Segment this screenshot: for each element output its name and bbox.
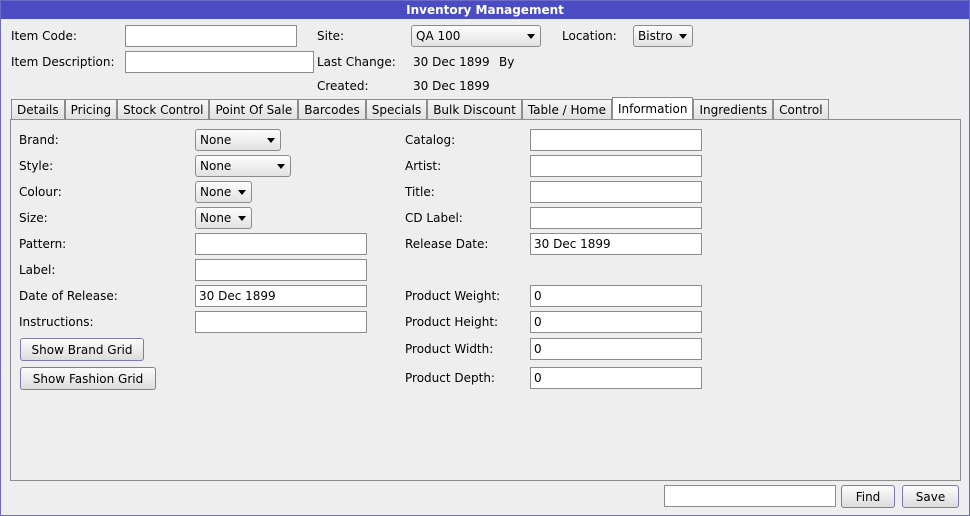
created-label: Created: <box>317 79 369 93</box>
instructions-label: Instructions: <box>19 315 94 329</box>
chevron-down-icon <box>277 164 285 169</box>
window-title: Inventory Management <box>1 1 969 19</box>
inventory-window: Inventory Management Item Code: Item Des… <box>0 0 970 516</box>
chevron-down-icon <box>267 138 275 143</box>
tab-barcodes[interactable]: Barcodes <box>298 99 366 121</box>
tab-details[interactable]: Details <box>11 99 65 121</box>
find-button[interactable]: Find <box>841 485 895 508</box>
site-select[interactable]: QA 100 <box>411 25 541 47</box>
product-width-label: Product Width: <box>405 342 494 356</box>
show-fashion-grid-button[interactable]: Show Fashion Grid <box>20 367 156 390</box>
tab-control[interactable]: Control <box>773 99 829 121</box>
chevron-down-icon <box>238 190 246 195</box>
colour-select[interactable]: None <box>195 181 252 203</box>
date-of-release-label: Date of Release: <box>19 289 118 303</box>
tab-specials[interactable]: Specials <box>365 99 428 121</box>
chevron-down-icon <box>527 34 535 39</box>
location-label: Location: <box>562 29 617 43</box>
colour-label: Colour: <box>19 185 62 199</box>
tab-ingredients[interactable]: Ingredients <box>693 99 774 121</box>
product-depth-label: Product Depth: <box>405 371 495 385</box>
tab-stock-control[interactable]: Stock Control <box>117 99 210 121</box>
style-label: Style: <box>19 159 54 173</box>
tab-point-of-sale[interactable]: Point Of Sale <box>209 99 299 121</box>
tab-table-home[interactable]: Table / Home <box>521 99 612 121</box>
brand-select[interactable]: None <box>195 129 281 151</box>
item-code-input[interactable] <box>125 25 297 47</box>
release-date-label: Release Date: <box>405 237 489 251</box>
instructions-input[interactable] <box>195 311 367 333</box>
date-of-release-input[interactable] <box>195 285 367 307</box>
size-select[interactable]: None <box>195 207 252 229</box>
tab-bar: Details Pricing Stock Control Point Of S… <box>11 97 829 121</box>
item-code-label: Item Code: <box>11 29 77 43</box>
show-brand-grid-button[interactable]: Show Brand Grid <box>20 338 144 361</box>
colour-select-value: None <box>200 185 232 199</box>
artist-input[interactable] <box>530 155 702 177</box>
catalog-label: Catalog: <box>405 133 456 147</box>
created-value: 30 Dec 1899 <box>413 79 490 93</box>
tab-bulk-discount[interactable]: Bulk Discount <box>427 99 522 121</box>
tab-information[interactable]: Information <box>611 97 694 121</box>
label-label: Label: <box>19 263 56 277</box>
release-date-input[interactable] <box>530 233 702 255</box>
chevron-down-icon <box>238 216 246 221</box>
style-select[interactable]: None <box>195 155 291 177</box>
save-button[interactable]: Save <box>902 485 959 508</box>
artist-label: Artist: <box>405 159 442 173</box>
site-select-value: QA 100 <box>416 29 461 43</box>
brand-label: Brand: <box>19 133 59 147</box>
chevron-down-icon <box>679 34 687 39</box>
product-depth-input[interactable] <box>530 367 702 389</box>
item-description-label: Item Description: <box>11 55 115 69</box>
location-select[interactable]: Bistro <box>633 25 693 47</box>
label-input[interactable] <box>195 259 367 281</box>
last-change-value: 30 Dec 1899 <box>413 55 490 69</box>
product-weight-label: Product Weight: <box>405 289 501 303</box>
brand-select-value: None <box>200 133 232 147</box>
product-height-input[interactable] <box>530 311 702 333</box>
pattern-input[interactable] <box>195 233 367 255</box>
product-height-label: Product Height: <box>405 315 499 329</box>
style-select-value: None <box>200 159 232 173</box>
by-label: By <box>499 55 515 69</box>
last-change-label: Last Change: <box>317 55 396 69</box>
title-input[interactable] <box>530 181 702 203</box>
product-weight-input[interactable] <box>530 285 702 307</box>
product-width-input[interactable] <box>530 338 702 360</box>
item-description-input[interactable] <box>125 51 314 73</box>
tab-pricing[interactable]: Pricing <box>64 99 118 121</box>
cd-label-input[interactable] <box>530 207 702 229</box>
size-select-value: None <box>200 211 232 225</box>
find-input[interactable] <box>664 485 836 507</box>
pattern-label: Pattern: <box>19 237 67 251</box>
site-label: Site: <box>317 29 345 43</box>
catalog-input[interactable] <box>530 129 702 151</box>
cd-label-label: CD Label: <box>405 211 463 225</box>
title-label: Title: <box>405 185 435 199</box>
location-select-value: Bistro <box>638 29 673 43</box>
size-label: Size: <box>19 211 48 225</box>
